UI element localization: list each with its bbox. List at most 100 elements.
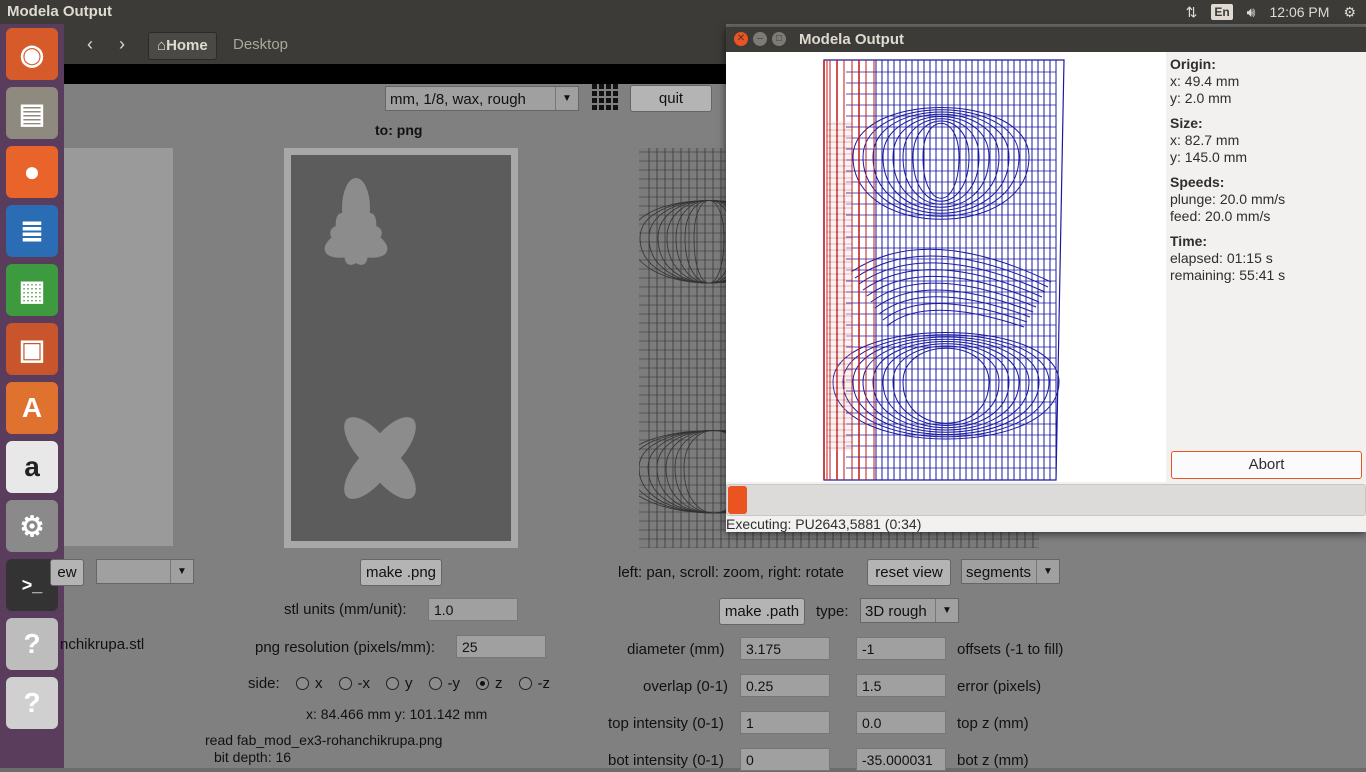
window-strip: [64, 64, 726, 84]
top-z-label: top z (mm): [957, 715, 1029, 732]
radio-button[interactable]: [338, 677, 352, 690]
grid-icon[interactable]: [592, 84, 618, 110]
chevron-down-icon: ▼: [1036, 560, 1059, 583]
side-radio--y[interactable]: -y: [428, 675, 461, 692]
side-radio-label: -z: [537, 675, 551, 692]
firefox-icon[interactable]: ●: [6, 146, 58, 198]
unknown-app-icon[interactable]: ?: [6, 677, 58, 729]
top-panel: Modela Output ⇅ En 🔊︎ 12:06 PM ⚙: [0, 0, 1366, 24]
volume-icon[interactable]: 🔊︎: [1247, 4, 1256, 21]
power-gear-icon[interactable]: ⚙: [1343, 4, 1356, 21]
side-radio-y[interactable]: y: [386, 675, 413, 692]
overlap-input[interactable]: 0.25: [740, 674, 830, 697]
offsets-input[interactable]: -1: [856, 637, 946, 660]
radio-button[interactable]: [428, 677, 442, 690]
top-intensity-input[interactable]: 1: [740, 711, 830, 734]
software-center-icon[interactable]: A: [6, 382, 58, 434]
display-mode-value: segments: [966, 564, 1032, 581]
settings-icon[interactable]: ⚙: [6, 500, 58, 552]
output-format-label: to: png: [375, 122, 423, 138]
process-select-value: mm, 1/8, wax, rough: [390, 91, 526, 108]
minimize-icon[interactable]: –: [753, 32, 767, 46]
bit-depth: bit depth: 16: [214, 749, 292, 765]
side-radio-label: x: [315, 675, 323, 692]
dialog-titlebar[interactable]: ✕ – □ Modela Output: [726, 27, 1366, 52]
process-select[interactable]: mm, 1/8, wax, rough ▼: [385, 86, 579, 111]
make-path-button[interactable]: make .path: [719, 598, 805, 625]
modela-output-dialog: ✕ – □ Modela Output Origin: x: 49.4 mm y…: [726, 27, 1366, 532]
time-heading: Time:: [1170, 233, 1208, 249]
size-x: x: 82.7 mm: [1170, 132, 1240, 148]
png-preview[interactable]: [284, 148, 518, 548]
calc-icon[interactable]: ▦: [6, 264, 58, 316]
breadcrumb-home[interactable]: ⌂Home: [148, 32, 217, 60]
make-png-button[interactable]: make .png: [360, 559, 442, 586]
offsets-label: offsets (-1 to fill): [957, 641, 1064, 658]
maximize-icon[interactable]: □: [772, 32, 786, 46]
back-arrow-icon[interactable]: ‹: [76, 32, 104, 56]
chevron-down-icon: ▼: [170, 560, 193, 583]
toolpath-canvas[interactable]: [726, 52, 1166, 482]
plunge-speed: plunge: 20.0 mm/s: [1170, 191, 1286, 207]
ubuntu-dash-icon[interactable]: ◉: [6, 28, 58, 80]
radio-button[interactable]: [476, 677, 489, 690]
files-icon[interactable]: ▤: [6, 87, 58, 139]
path-type-value: 3D rough: [865, 603, 927, 620]
breadcrumb-home-label: Home: [166, 37, 208, 54]
side-radio-z[interactable]: z: [476, 675, 503, 692]
overlap-label: overlap (0-1): [643, 678, 729, 695]
impress-icon[interactable]: ▣: [6, 323, 58, 375]
network-icon[interactable]: ⇅: [1186, 4, 1198, 21]
job-progress-fill: [728, 486, 748, 514]
side-radio-x[interactable]: x: [296, 675, 323, 692]
radio-button[interactable]: [518, 677, 532, 690]
png-resolution-input[interactable]: 25: [456, 635, 546, 658]
writer-icon[interactable]: ≣: [6, 205, 58, 257]
type-label: type:: [816, 603, 849, 620]
display-mode-select[interactable]: segments ▼: [961, 559, 1060, 584]
side-radio-label: -y: [447, 675, 461, 692]
active-window-title: Modela Output: [7, 3, 112, 20]
clock[interactable]: 12:06 PM: [1270, 4, 1330, 20]
toolpath-plot: [823, 59, 1065, 481]
origin-y: y: 2.0 mm: [1170, 90, 1232, 106]
diameter-label: diameter (mm): [627, 641, 725, 658]
top-intensity-label: top intensity (0-1): [608, 715, 724, 732]
error-input[interactable]: 1.5: [856, 674, 946, 697]
stl-filename: nchikrupa.stl: [60, 636, 145, 653]
dialog-title: Modela Output: [799, 31, 904, 48]
stl-preview-panel[interactable]: [64, 148, 173, 546]
path-type-select[interactable]: 3D rough ▼: [860, 598, 959, 623]
unknown-app-icon[interactable]: ?: [6, 618, 58, 670]
size-heading: Size:: [1170, 115, 1203, 131]
chevron-down-icon: ▼: [935, 599, 958, 622]
quit-button[interactable]: quit: [630, 85, 712, 112]
view-button[interactable]: ew: [50, 559, 84, 586]
close-icon[interactable]: ✕: [734, 32, 748, 46]
keyboard-language-indicator[interactable]: En: [1211, 4, 1233, 20]
side-radio--z[interactable]: -z: [518, 675, 551, 692]
forward-arrow-icon[interactable]: ›: [108, 32, 136, 56]
stl-units-input[interactable]: 1.0: [428, 598, 518, 621]
reset-view-button[interactable]: reset view: [867, 559, 951, 586]
radio-button[interactable]: [386, 677, 399, 690]
breadcrumb-desktop[interactable]: Desktop: [233, 36, 288, 53]
top-z-input[interactable]: 0.0: [856, 711, 946, 734]
abort-button[interactable]: Abort: [1171, 451, 1362, 479]
side-label: side:: [248, 675, 280, 692]
model-dimensions: x: 84.466 mm y: 101.142 mm: [306, 706, 488, 722]
png-resolution-label: png resolution (pixels/mm):: [255, 639, 436, 656]
radio-button[interactable]: [296, 677, 309, 690]
side-radio-label: y: [405, 675, 413, 692]
elapsed-time: elapsed: 01:15 s: [1170, 250, 1273, 266]
view-hint: left: pan, scroll: zoom, right: rotate: [618, 564, 844, 581]
view-select[interactable]: ▼: [96, 559, 194, 584]
side-radio-group: x -x y -y z -z: [296, 675, 566, 692]
size-y: y: 145.0 mm: [1170, 149, 1248, 165]
bot-z-label: bot z (mm): [957, 752, 1029, 769]
amazon-icon[interactable]: a: [6, 441, 58, 493]
diameter-input[interactable]: 3.175: [740, 637, 830, 660]
job-progress-bar: [726, 484, 1366, 516]
remaining-time: remaining: 55:41 s: [1170, 267, 1286, 283]
side-radio--x[interactable]: -x: [338, 675, 370, 692]
